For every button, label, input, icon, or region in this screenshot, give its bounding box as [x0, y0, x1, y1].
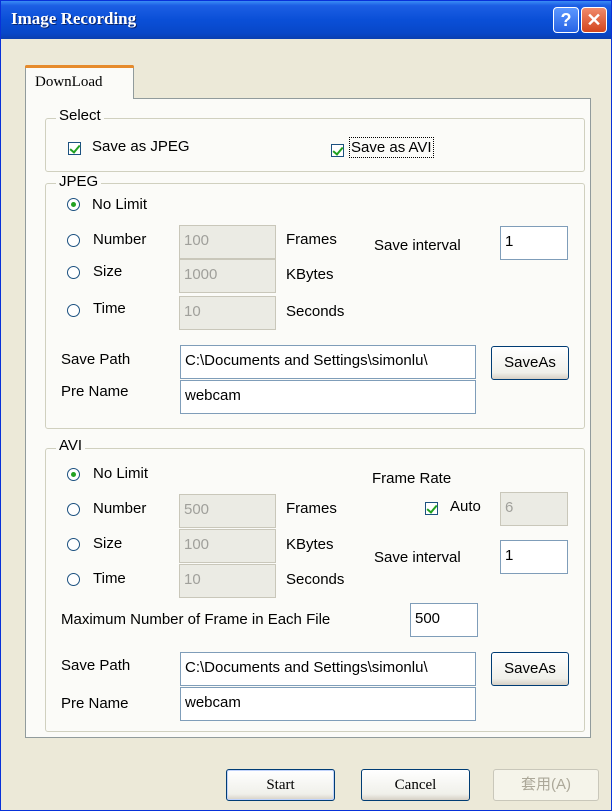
jpeg-size-unit: KBytes	[286, 266, 334, 283]
title-bar[interactable]: Image Recording ? ✕	[1, 1, 611, 39]
jpeg-size-label[interactable]: Size	[93, 263, 122, 280]
jpeg-no-limit-label[interactable]: No Limit	[92, 196, 147, 213]
avi-save-interval-input[interactable]: 1	[500, 540, 568, 574]
avi-time-radio[interactable]	[67, 573, 80, 586]
avi-no-limit-label[interactable]: No Limit	[93, 465, 148, 482]
avi-frame-rate-label: Frame Rate	[372, 470, 452, 487]
avi-group-title: AVI	[56, 437, 86, 454]
close-icon[interactable]: ✕	[581, 7, 607, 33]
jpeg-time-unit: Seconds	[286, 303, 345, 320]
avi-size-input: 100	[179, 529, 276, 563]
avi-time-unit: Seconds	[286, 571, 345, 588]
jpeg-number-unit: Frames	[286, 231, 337, 248]
jpeg-save-path-input[interactable]: C:\Documents and Settings\simonlu\	[180, 345, 476, 379]
avi-number-input: 500	[179, 494, 276, 528]
avi-auto-label[interactable]: Auto	[450, 498, 481, 515]
avi-size-radio[interactable]	[67, 538, 80, 551]
select-group-title: Select	[56, 107, 104, 124]
avi-number-radio[interactable]	[67, 503, 80, 516]
avi-auto-frame-rate-checkbox[interactable]	[425, 502, 438, 515]
jpeg-save-path-label: Save Path	[61, 351, 131, 368]
save-as-avi-checkbox[interactable]	[331, 144, 344, 157]
avi-max-frames-label: Maximum Number of Frame in Each File	[61, 611, 331, 628]
save-as-jpeg-checkbox[interactable]	[68, 142, 81, 155]
jpeg-number-input: 100	[179, 225, 276, 259]
avi-save-interval-label: Save interval	[374, 549, 461, 566]
avi-save-path-input[interactable]: C:\Documents and Settings\simonlu\	[180, 652, 476, 686]
jpeg-size-input: 1000	[179, 259, 276, 293]
jpeg-number-radio[interactable]	[67, 234, 80, 247]
avi-no-limit-radio[interactable]	[67, 468, 80, 481]
avi-time-label[interactable]: Time	[93, 570, 126, 587]
jpeg-time-input: 10	[179, 296, 276, 330]
jpeg-time-radio[interactable]	[67, 304, 80, 317]
jpeg-time-label[interactable]: Time	[93, 300, 126, 317]
jpeg-save-interval-label: Save interval	[374, 237, 461, 254]
avi-pre-name-label: Pre Name	[61, 695, 129, 712]
jpeg-save-interval-input[interactable]: 1	[500, 226, 568, 260]
avi-frame-rate-input: 6	[500, 492, 568, 526]
avi-max-frames-input[interactable]: 500	[410, 603, 478, 637]
avi-save-path-label: Save Path	[61, 657, 131, 674]
avi-saveas-button[interactable]: SaveAs	[491, 652, 569, 686]
avi-number-unit: Frames	[286, 500, 337, 517]
help-icon[interactable]: ?	[553, 7, 579, 33]
jpeg-number-label[interactable]: Number	[93, 231, 146, 248]
jpeg-pre-name-label: Pre Name	[61, 383, 129, 400]
jpeg-pre-name-input[interactable]: webcam	[180, 380, 476, 414]
image-recording-dialog: Image Recording ? ✕ DownLoad Select Save…	[0, 0, 612, 811]
tab-download-label: DownLoad	[35, 74, 103, 90]
jpeg-saveas-button[interactable]: SaveAs	[491, 346, 569, 380]
avi-pre-name-input[interactable]: webcam	[180, 687, 476, 721]
tab-download[interactable]: DownLoad	[25, 65, 134, 99]
window-title: Image Recording	[11, 9, 137, 28]
avi-size-unit: KBytes	[286, 536, 334, 553]
avi-number-label[interactable]: Number	[93, 500, 146, 517]
jpeg-group-title: JPEG	[56, 173, 102, 190]
jpeg-size-radio[interactable]	[67, 266, 80, 279]
cancel-button[interactable]: Cancel	[361, 769, 470, 801]
jpeg-no-limit-radio[interactable]	[67, 198, 80, 211]
avi-size-label[interactable]: Size	[93, 535, 122, 552]
apply-button: 套用(A)	[493, 769, 599, 801]
avi-time-input: 10	[179, 564, 276, 598]
save-as-jpeg-label[interactable]: Save as JPEG	[92, 138, 190, 155]
start-button[interactable]: Start	[226, 769, 335, 801]
save-as-avi-label[interactable]: Save as AVI	[349, 137, 434, 158]
